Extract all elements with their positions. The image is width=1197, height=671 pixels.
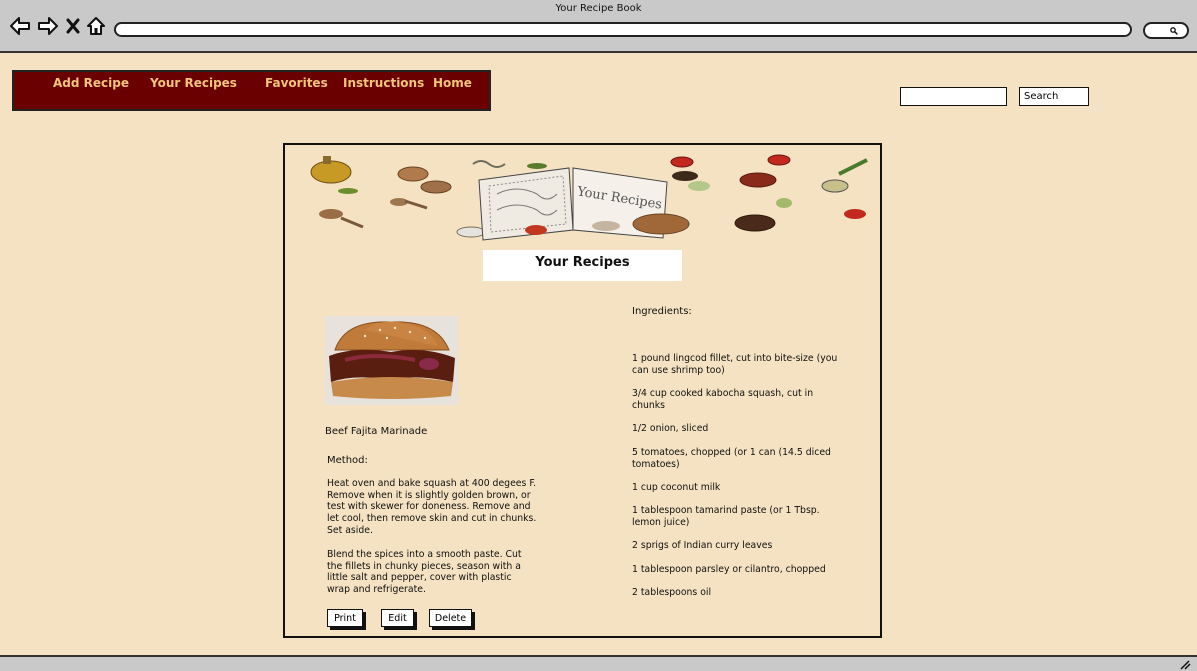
ingredient-item: 3/4 cup cooked kabocha squash, cut in ch…: [632, 388, 814, 411]
search-icon: [1170, 27, 1178, 35]
recipe-photo: [325, 316, 458, 405]
ingredient-item: 1 cup coconut milk: [632, 482, 721, 493]
close-x-icon[interactable]: [66, 18, 80, 34]
ingredient-item: 2 tablespoons oil: [632, 587, 712, 598]
method-label: Method:: [327, 455, 368, 466]
ingredient-item: 2 sprigs of Indian curry leaves: [632, 540, 773, 551]
menu-item-favorites[interactable]: Favorites: [265, 76, 328, 90]
main-menu: Add Recipe Your Recipes Favorites Instru…: [12, 70, 491, 111]
menu-item-your-recipes[interactable]: Your Recipes: [150, 76, 237, 90]
ingredient-item: 1 tablespoon tamarind paste (or 1 Tbsp. …: [632, 505, 820, 528]
status-bar: [0, 655, 1197, 671]
menu-item-add-recipe[interactable]: Add Recipe: [53, 76, 129, 90]
back-arrow-icon[interactable]: [9, 16, 31, 36]
home-icon[interactable]: [86, 16, 106, 36]
edit-button[interactable]: Edit: [381, 609, 414, 627]
print-button[interactable]: Print: [327, 609, 363, 627]
method-step: Heat oven and bake squash at 400 degees …: [327, 478, 537, 536]
ingredient-item: 5 tomatoes, chopped (or 1 can (14.5 dice…: [632, 447, 831, 470]
delete-button[interactable]: Delete: [429, 609, 472, 627]
browser-search-pill[interactable]: [1143, 22, 1189, 39]
method-step: Blend the spices into a smooth paste. Cu…: [327, 549, 522, 596]
recipe-book-banner-image: Your Recipes: [310, 154, 868, 241]
url-bar[interactable]: [114, 22, 1132, 37]
ingredients-label: Ingredients:: [632, 306, 692, 317]
ingredient-item: 1 pound lingcod fillet, cut into bite-si…: [632, 353, 838, 376]
ingredient-item: 1/2 onion, sliced: [632, 423, 709, 434]
window-title: Your Recipe Book: [555, 3, 642, 14]
menu-item-instructions[interactable]: Instructions: [343, 76, 424, 90]
ingredient-item: 1 tablespoon parsley or cilantro, choppe…: [632, 564, 826, 575]
recipe-name: Beef Fajita Marinade: [325, 426, 428, 437]
resize-grip-icon[interactable]: [1179, 660, 1191, 670]
forward-arrow-icon[interactable]: [37, 16, 59, 36]
page-title: Your Recipes: [483, 250, 682, 281]
browser-chrome: Your Recipe Book: [0, 0, 1197, 53]
search-input[interactable]: [900, 87, 1007, 106]
search-button[interactable]: Search: [1019, 87, 1089, 106]
menu-item-home[interactable]: Home: [433, 76, 472, 90]
